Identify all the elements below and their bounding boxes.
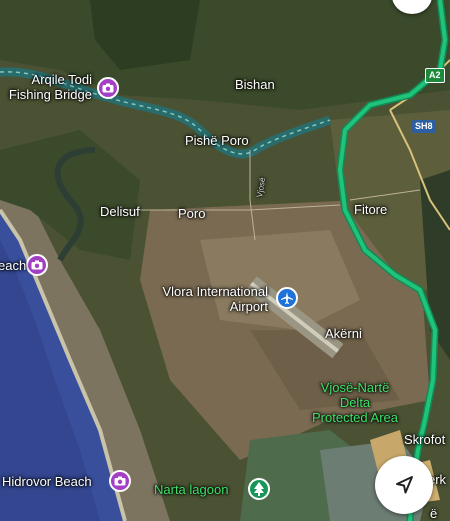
bishan-label[interactable]: Bishan bbox=[235, 77, 275, 92]
camera-icon bbox=[31, 260, 43, 270]
sh8-shield: SH8 bbox=[412, 120, 436, 133]
arqile-todi-label[interactable]: Arqile Todi Fishing Bridge bbox=[0, 72, 92, 102]
airport-pin[interactable] bbox=[276, 287, 298, 309]
delisuf-label[interactable]: Delisuf bbox=[100, 204, 140, 219]
camera-icon bbox=[114, 476, 126, 486]
skrofotine-label[interactable]: Skrofot bbox=[404, 432, 445, 447]
airplane-icon bbox=[281, 292, 293, 304]
delta-label[interactable]: Vjosë-Nartë Delta Protected Area bbox=[302, 380, 408, 425]
hidrovor-beach-label[interactable]: Hidrovor Beach bbox=[2, 474, 92, 489]
a2-shield: A2 bbox=[425, 68, 445, 83]
tree-icon bbox=[254, 482, 264, 496]
camera-icon bbox=[102, 83, 114, 93]
beach-label[interactable]: each bbox=[0, 258, 26, 273]
akerni-label[interactable]: Akërni bbox=[325, 326, 362, 341]
fitore-label[interactable]: Fitore bbox=[354, 202, 387, 217]
airport-label[interactable]: Vlora International Airport bbox=[146, 284, 268, 314]
hidrovor-beach-pin[interactable] bbox=[109, 470, 131, 492]
poro-label[interactable]: Poro bbox=[178, 206, 205, 221]
satellite-map[interactable]: Arqile Todi Fishing Bridge each Hidrovor… bbox=[0, 0, 450, 521]
navigation-button[interactable] bbox=[375, 456, 433, 514]
bottom-right-partial-label-2[interactable]: ë bbox=[430, 506, 437, 521]
arqile-todi-pin[interactable] bbox=[97, 77, 119, 99]
narta-lagoon-pin[interactable] bbox=[248, 478, 270, 500]
pishe-poro-label[interactable]: Pishë Poro bbox=[185, 133, 249, 148]
beach-pin[interactable] bbox=[26, 254, 48, 276]
navigation-arrow-icon bbox=[396, 476, 413, 494]
narta-lagoon-label[interactable]: Narta lagoon bbox=[154, 482, 228, 497]
